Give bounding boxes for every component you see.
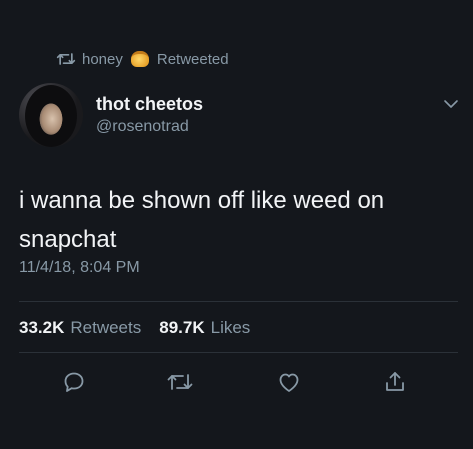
retweets-label[interactable]: Retweets xyxy=(70,318,141,338)
share-button[interactable] xyxy=(381,368,409,396)
likes-count[interactable]: 89.7K xyxy=(159,318,204,338)
author-handle[interactable]: @rosenotrad xyxy=(96,118,189,136)
tweet-stats: 33.2K Retweets 89.7K Likes xyxy=(19,318,250,338)
retweeted-by-row[interactable]: honey Retweeted xyxy=(56,48,229,70)
like-icon xyxy=(279,373,299,392)
reply-icon xyxy=(64,372,84,392)
tweet-text: i wanna be shown off like weed on snapch… xyxy=(19,181,449,259)
retweeted-label: Retweeted xyxy=(156,50,229,68)
share-icon xyxy=(386,372,404,391)
avatar[interactable] xyxy=(19,83,83,147)
tweet-text-line: snapchat xyxy=(19,226,117,253)
honey-pot-emoji xyxy=(130,51,149,67)
retweet-icon xyxy=(56,53,76,65)
author-display-name[interactable]: thot cheetos xyxy=(96,94,203,115)
retweet-button[interactable] xyxy=(166,368,194,396)
tweet-actions xyxy=(0,368,473,398)
chevron-down-icon[interactable] xyxy=(443,99,459,109)
tweet-header: thot cheetos @rosenotrad xyxy=(19,83,459,153)
divider xyxy=(19,352,458,353)
retweet-icon xyxy=(167,374,193,390)
reply-button[interactable] xyxy=(60,368,88,396)
tweet-timestamp[interactable]: 11/4/18, 8:04 PM xyxy=(19,259,140,277)
like-button[interactable] xyxy=(275,368,303,396)
retweets-count[interactable]: 33.2K xyxy=(19,318,64,338)
tweet-text-line: i wanna be shown off like weed on xyxy=(19,187,385,214)
retweeter-name[interactable]: honey xyxy=(82,51,123,68)
divider xyxy=(19,301,458,302)
likes-label[interactable]: Likes xyxy=(211,318,251,338)
